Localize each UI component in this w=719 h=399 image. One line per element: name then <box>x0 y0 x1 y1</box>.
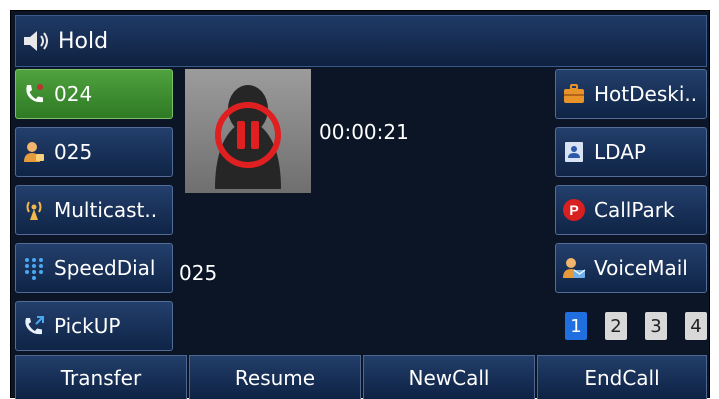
line-key-label: PickUP <box>54 314 121 338</box>
transfer-softkey[interactable]: Transfer <box>15 355 187 399</box>
pickup-key[interactable]: PickUP <box>15 301 173 351</box>
keypad-icon <box>25 258 43 280</box>
call-timer: 00:00:21 <box>319 120 409 144</box>
dss-key-label: LDAP <box>594 140 646 164</box>
hotdesking-key[interactable]: HotDeski.. <box>555 69 707 119</box>
ldap-key[interactable]: LDAP <box>555 127 707 177</box>
page-2-indicator[interactable]: 2 <box>605 312 627 340</box>
contact-icon <box>24 142 44 162</box>
voicemail-icon <box>563 258 586 278</box>
antenna-icon <box>26 201 42 220</box>
line-key-label: Multicast.. <box>54 198 158 222</box>
header-title: Hold <box>58 28 109 54</box>
speaker-icon <box>24 31 48 51</box>
multicast-key[interactable]: Multicast.. <box>15 185 173 235</box>
directory-icon <box>565 142 583 162</box>
caller-number: 025 <box>179 261 218 285</box>
phone-screen: Hold 024 025 Multicast.. SpeedDial PickU… <box>10 10 710 399</box>
resume-softkey[interactable]: Resume <box>189 355 361 399</box>
hold-icon <box>215 85 281 189</box>
endcall-softkey[interactable]: EndCall <box>537 355 707 399</box>
caller-avatar <box>185 69 311 193</box>
speeddial-key[interactable]: SpeedDial <box>15 243 173 293</box>
line-key-label: SpeedDial <box>54 256 156 280</box>
page-4-indicator[interactable]: 4 <box>685 312 707 340</box>
status-header: Hold <box>15 15 707 67</box>
dss-key-label: VoiceMail <box>594 256 688 280</box>
line-key-label: 025 <box>54 140 93 164</box>
page-3-indicator[interactable]: 3 <box>645 312 667 340</box>
newcall-softkey[interactable]: NewCall <box>363 355 535 399</box>
briefcase-icon <box>564 84 584 103</box>
line-key-025[interactable]: 025 <box>15 127 173 177</box>
page-1-indicator[interactable]: 1 <box>565 312 587 340</box>
voicemail-key[interactable]: VoiceMail <box>555 243 707 293</box>
callpark-key[interactable]: P CallPark <box>555 185 707 235</box>
phone-line-icon <box>26 84 43 103</box>
line-key-024[interactable]: 024 <box>15 69 173 119</box>
dss-key-label: CallPark <box>594 198 675 222</box>
phone-pickup-icon <box>25 316 44 335</box>
dss-key-label: HotDeski.. <box>594 82 698 106</box>
line-key-label: 024 <box>54 82 93 106</box>
park-icon: P <box>563 199 585 221</box>
svg-text:P: P <box>569 202 578 218</box>
